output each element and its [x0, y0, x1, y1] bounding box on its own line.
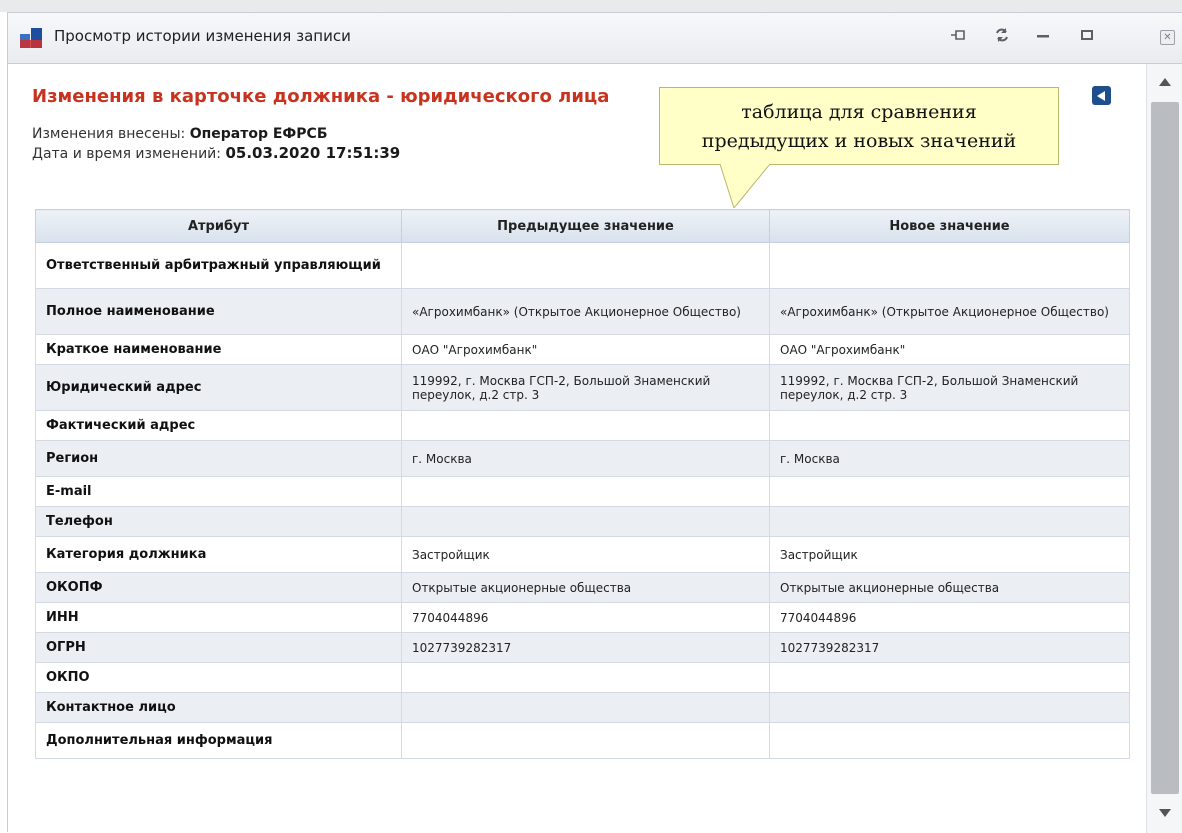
attr-cell: Полное наименование — [35, 288, 402, 335]
changed-by-value: Оператор ЕФРСБ — [189, 126, 328, 142]
table-row: Контактное лицо — [35, 692, 1130, 723]
table-row: Категория должника Застройщик Застройщик — [35, 536, 1130, 573]
table-row: Ответственный арбитражный управляющий — [35, 242, 1130, 289]
table-row: ИНН 7704044896 7704044896 — [35, 602, 1130, 633]
minimize-icon[interactable] — [1032, 27, 1054, 49]
previous-value-cell: 1027739282317 — [401, 632, 770, 663]
column-header-new[interactable]: Новое значение — [769, 209, 1130, 243]
previous-value-cell — [401, 410, 770, 441]
table-row: ОГРН 1027739282317 1027739282317 — [35, 632, 1130, 663]
table-header-row: Атрибут Предыдущее значение Новое значен… — [35, 209, 1130, 243]
attr-cell: ОКПО — [35, 662, 402, 693]
window-top-strip — [0, 0, 1182, 12]
attr-cell: Фактический адрес — [35, 410, 402, 441]
previous-value-cell: 7704044896 — [401, 602, 770, 633]
app-logo-icon — [20, 28, 42, 48]
callout-line-2: предыдущих и новых значений — [701, 130, 1017, 152]
attr-cell: Регион — [35, 440, 402, 477]
table-row: Фактический адрес — [35, 410, 1130, 441]
new-value-cell: ОАО "Агрохимбанк" — [769, 334, 1130, 365]
attr-cell: Категория должника — [35, 536, 402, 573]
scroll-down-icon[interactable] — [1159, 809, 1171, 817]
refresh-icon[interactable] — [991, 27, 1013, 49]
comparison-table: Атрибут Предыдущее значение Новое значен… — [35, 209, 1130, 759]
previous-value-cell: Застройщик — [401, 536, 770, 573]
attr-cell: Краткое наименование — [35, 334, 402, 365]
attr-cell: Дополнительная информация — [35, 722, 402, 759]
new-value-cell: 119992, г. Москва ГСП-2, Большой Знаменс… — [769, 364, 1130, 411]
new-value-cell — [769, 242, 1130, 289]
table-row: Дополнительная информация — [35, 722, 1130, 759]
new-value-cell — [769, 722, 1130, 759]
attr-cell: E-mail — [35, 476, 402, 507]
attr-cell: ИНН — [35, 602, 402, 633]
table-row: ОКПО — [35, 662, 1130, 693]
history-window: Просмотр истории изменения записи ✕ Изме… — [7, 12, 1182, 833]
pin-icon[interactable] — [948, 27, 970, 49]
callout-line-1: таблица для сравнения — [741, 101, 977, 123]
attr-cell: Телефон — [35, 506, 402, 537]
previous-value-cell — [401, 242, 770, 289]
scroll-up-icon[interactable] — [1159, 78, 1171, 86]
attr-cell: Контактное лицо — [35, 692, 402, 723]
datetime-line: Дата и время изменений: 05.03.2020 17:51… — [32, 144, 400, 162]
previous-value-cell: «Агрохимбанк» (Открытое Акционерное Обще… — [401, 288, 770, 335]
attr-cell: ОГРН — [35, 632, 402, 663]
previous-value-cell — [401, 662, 770, 693]
new-value-cell — [769, 476, 1130, 507]
table-row: Краткое наименование ОАО "Агрохимбанк" ОАО… — [35, 334, 1130, 365]
table-row: Телефон — [35, 506, 1130, 537]
page-title: Изменения в карточке должника - юридичес… — [32, 86, 610, 107]
callout-pointer — [720, 164, 771, 208]
close-icon[interactable]: ✕ — [1160, 30, 1175, 45]
title-bar[interactable]: Просмотр истории изменения записи ✕ — [8, 13, 1182, 64]
new-value-cell: «Агрохимбанк» (Открытое Акционерное Обще… — [769, 288, 1130, 335]
previous-value-cell — [401, 692, 770, 723]
column-header-previous[interactable]: Предыдущее значение — [401, 209, 770, 243]
table-row: Юридический адрес 119992, г. Москва ГСП-2… — [35, 364, 1130, 411]
maximize-icon[interactable] — [1076, 27, 1098, 49]
table-row: E-mail — [35, 476, 1130, 507]
content-area: Изменения в карточке должника - юридичес… — [8, 64, 1146, 833]
attr-cell: ОКОПФ — [35, 572, 402, 603]
changed-by-line: Изменения внесены: Оператор ЕФРСБ — [32, 126, 328, 142]
previous-value-cell: 119992, г. Москва ГСП-2, Большой Знаменс… — [401, 364, 770, 411]
new-value-cell: г. Москва — [769, 440, 1130, 477]
table-row: ОКОПФ Открытые акционерные общества Открыт… — [35, 572, 1130, 603]
new-value-cell: 1027739282317 — [769, 632, 1130, 663]
column-header-attribute[interactable]: Атрибут — [35, 209, 402, 243]
table-row: Полное наименование «Агрохимбанк» (Открыт… — [35, 288, 1130, 335]
previous-value-cell: г. Москва — [401, 440, 770, 477]
previous-value-cell: ОАО "Агрохимбанк" — [401, 334, 770, 365]
scroll-thumb[interactable] — [1151, 102, 1179, 794]
previous-value-cell — [401, 506, 770, 537]
previous-value-cell — [401, 722, 770, 759]
new-value-cell — [769, 662, 1130, 693]
changed-by-label: Изменения внесены: — [32, 126, 186, 142]
new-value-cell — [769, 410, 1130, 441]
new-value-cell: Застройщик — [769, 536, 1130, 573]
back-button[interactable] — [1092, 86, 1111, 105]
previous-value-cell — [401, 476, 770, 507]
attr-cell: Ответственный арбитражный управляющий — [35, 242, 402, 289]
new-value-cell — [769, 692, 1130, 723]
new-value-cell: Открытые акционерные общества — [769, 572, 1130, 603]
new-value-cell: 7704044896 — [769, 602, 1130, 633]
previous-value-cell: Открытые акционерные общества — [401, 572, 770, 603]
table-row: Регион г. Москва г. Москва — [35, 440, 1130, 477]
annotation-callout: таблица для сравнения предыдущих и новых… — [659, 87, 1059, 165]
window-title: Просмотр истории изменения записи — [54, 27, 351, 45]
attr-cell: Юридический адрес — [35, 364, 402, 411]
datetime-value: 05.03.2020 17:51:39 — [225, 144, 401, 162]
vertical-scrollbar[interactable] — [1146, 64, 1182, 833]
datetime-label: Дата и время изменений: — [32, 146, 221, 162]
new-value-cell — [769, 506, 1130, 537]
